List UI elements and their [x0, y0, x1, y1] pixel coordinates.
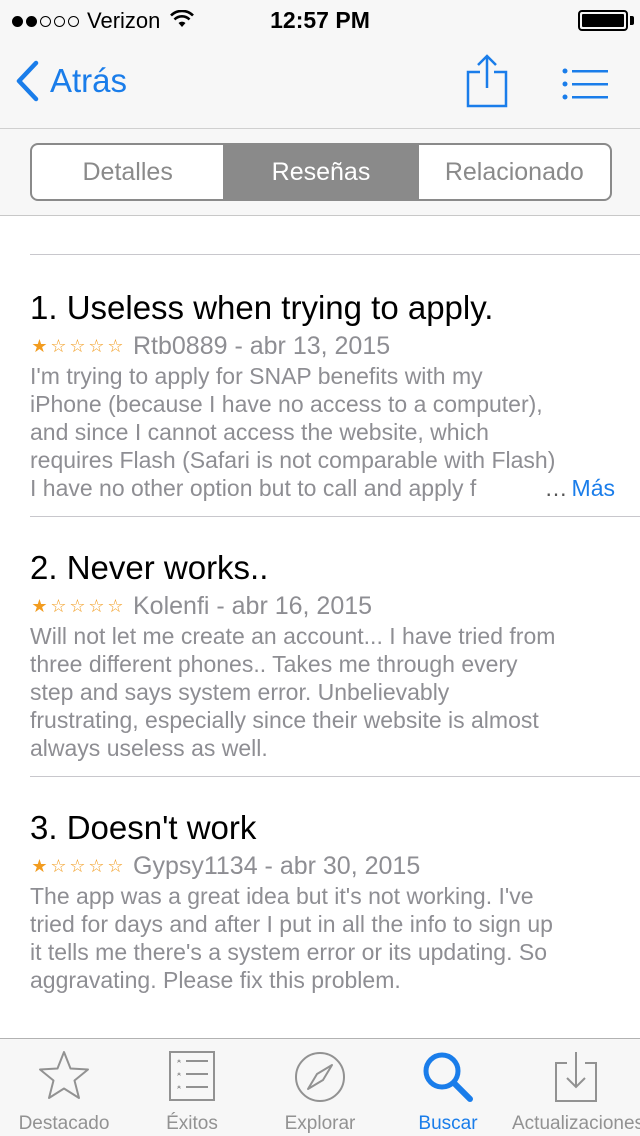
battery-tip — [630, 16, 634, 25]
review-line: step and says system error. Unbelievably — [30, 679, 450, 705]
star-rating: ★ ☆ ☆ ☆ ☆ — [30, 857, 125, 875]
review-meta: ★ ☆ ☆ ☆ ☆ Rtb0889 - abr 13, 2015 — [30, 332, 615, 360]
search-icon — [384, 1049, 512, 1105]
segment-details-label: Detalles — [82, 157, 173, 186]
review-line: frustrating, especially since their webs… — [30, 707, 539, 733]
tab-top-charts[interactable]: Éxitos — [128, 1039, 256, 1136]
review-body: Will not let me create an account... I h… — [30, 622, 615, 762]
star-filled-icon: ★ — [31, 336, 48, 356]
review-item[interactable]: 1. Useless when trying to apply. ★ ☆ ☆ ☆ ☆ R… — [30, 288, 615, 502]
list-button[interactable] — [562, 68, 608, 105]
review-line: I have no other option but to call and a… — [30, 475, 477, 501]
review-item[interactable]: 3. Doesn't work ★ ☆ ☆ ☆ ☆ Gypsy1134 - abr 30… — [30, 808, 615, 994]
segment-reviews[interactable]: Reseñas — [225, 145, 419, 199]
star-empty-icon: ☆ — [107, 596, 124, 616]
star-empty-icon: ☆ — [88, 336, 105, 356]
star-empty-icon: ☆ — [88, 856, 105, 876]
tab-updates[interactable]: Actualizaciones — [512, 1039, 640, 1136]
top-charts-icon — [128, 1049, 256, 1103]
segmented-control: Detalles Reseñas Relacionado — [30, 143, 612, 201]
star-empty-icon: ☆ — [107, 856, 124, 876]
review-author-date: Gypsy1134 - abr 30, 2015 — [133, 851, 421, 880]
tab-explore-label: Explorar — [284, 1113, 356, 1134]
review-title: 3. Doesn't work — [30, 809, 257, 846]
battery-icon — [578, 10, 628, 31]
review-line: iPhone (because I have no access to a co… — [30, 391, 543, 417]
star-empty-icon: ☆ — [50, 336, 67, 356]
review-line: Will not let me create an account... I h… — [30, 623, 556, 649]
review-last-line: I have no other option but to call and a… — [30, 474, 615, 502]
share-icon — [466, 54, 508, 108]
segment-related-label: Relacionado — [444, 157, 584, 186]
star-empty-icon: ☆ — [107, 336, 124, 356]
review-line: requires Flash (Safari is not comparable… — [30, 447, 556, 473]
clock: 12:57 PM — [270, 7, 370, 33]
star-empty-icon: ☆ — [88, 596, 105, 616]
tab-bar: Destacado Éxitos Explorar Buscar Actuali… — [0, 1038, 640, 1136]
star-empty-icon: ☆ — [69, 596, 86, 616]
star-empty-icon: ☆ — [69, 856, 86, 876]
share-button[interactable] — [466, 54, 508, 113]
list-icon — [562, 68, 608, 100]
updates-icon — [512, 1049, 640, 1105]
review-body: I'm trying to apply for SNAP benefits wi… — [30, 362, 615, 502]
segment-details[interactable]: Detalles — [32, 145, 226, 199]
segment-bar: Detalles Reseñas Relacionado — [0, 128, 640, 216]
ellipsis: … — [544, 475, 568, 501]
status-bar: Verizon 12:57 PM — [0, 0, 640, 40]
review-meta: ★ ☆ ☆ ☆ ☆ Kolenfi - abr 16, 2015 — [30, 592, 615, 620]
back-label: Atrás — [50, 62, 128, 99]
review-line: aggravating. Please fix this problem. — [30, 967, 401, 993]
review-line: three different phones.. Takes me throug… — [30, 651, 518, 677]
star-empty-icon: ☆ — [50, 856, 67, 876]
review-line: it tells me there's a system error or it… — [30, 939, 547, 965]
chevron-left-icon — [16, 60, 39, 102]
star-filled-icon: ★ — [31, 596, 48, 616]
tab-updates-label: Actualizaciones — [512, 1113, 640, 1134]
segment-related[interactable]: Relacionado — [419, 145, 610, 199]
review-line: I'm trying to apply for SNAP benefits wi… — [30, 363, 483, 389]
tab-top-charts-label: Éxitos — [166, 1113, 218, 1134]
star-filled-icon: ★ — [31, 856, 48, 876]
review-author-date: Rtb0889 - abr 13, 2015 — [133, 331, 391, 360]
star-icon — [0, 1049, 128, 1101]
review-line: tried for days and after I put in all th… — [30, 911, 553, 937]
star-empty-icon: ☆ — [50, 596, 67, 616]
review-line: always useless as well. — [30, 735, 268, 761]
divider — [30, 516, 640, 517]
review-title: 2. Never works.. — [30, 549, 269, 586]
review-author-date: Kolenfi - abr 16, 2015 — [133, 591, 373, 620]
tab-featured-label: Destacado — [18, 1113, 110, 1134]
tab-search[interactable]: Buscar — [384, 1039, 512, 1136]
review-title: 1. Useless when trying to apply. — [30, 289, 494, 326]
back-button[interactable]: Atrás — [14, 60, 127, 102]
compass-icon — [256, 1049, 384, 1105]
navigation-bar: Atrás — [0, 40, 640, 128]
star-rating: ★ ☆ ☆ ☆ ☆ — [30, 337, 125, 355]
star-rating: ★ ☆ ☆ ☆ ☆ — [30, 597, 125, 615]
segment-reviews-label: Reseñas — [271, 157, 371, 186]
review-line: and since I cannot access the website, w… — [30, 419, 489, 445]
partially-hidden-row — [30, 216, 610, 222]
review-item[interactable]: 2. Never works.. ★ ☆ ☆ ☆ ☆ Kolenfi - abr 16,… — [30, 548, 615, 762]
review-meta: ★ ☆ ☆ ☆ ☆ Gypsy1134 - abr 30, 2015 — [30, 852, 615, 880]
divider — [30, 776, 640, 777]
review-body: The app was a great idea but it's not wo… — [30, 882, 615, 994]
divider — [30, 254, 640, 255]
tab-explore[interactable]: Explorar — [256, 1039, 384, 1136]
tab-search-label: Buscar — [418, 1113, 478, 1134]
tab-featured[interactable]: Destacado — [0, 1039, 128, 1136]
star-empty-icon: ☆ — [69, 336, 86, 356]
more-label: Más — [571, 475, 615, 501]
more-link[interactable]: … Más — [536, 474, 615, 502]
review-line: The app was a great idea but it's not wo… — [30, 883, 534, 909]
reviews-list[interactable]: 1. Useless when trying to apply. ★ ☆ ☆ ☆ ☆ R… — [0, 216, 640, 1038]
